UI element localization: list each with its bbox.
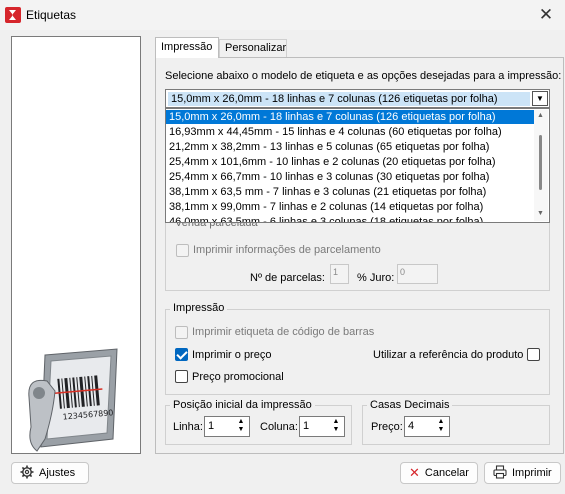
- instruction-text: Selecione abaixo o modelo de etiqueta e …: [165, 70, 562, 82]
- dropdown-scrollbar[interactable]: ▲ ▼: [534, 110, 548, 221]
- product-ref-checkbox[interactable]: [527, 348, 540, 361]
- decimal-price-label: Preço:: [371, 421, 403, 433]
- gear-icon: [20, 465, 34, 482]
- column-spinner[interactable]: 1 ▲ ▼: [299, 416, 345, 437]
- chevron-down-icon[interactable]: ▼: [532, 91, 548, 106]
- dropdown-option[interactable]: 15,0mm x 26,0mm - 18 linhas e 7 colunas …: [166, 110, 534, 124]
- barcode-checkbox[interactable]: [175, 326, 188, 339]
- installments-input[interactable]: 1: [330, 264, 349, 284]
- cancel-button-label: Cancelar: [424, 467, 469, 479]
- print-price-label: Imprimir o preço: [192, 349, 272, 361]
- impressao-caption: Impressão: [170, 302, 228, 314]
- label-model-dropdown[interactable]: 15,0mm x 26,0mm - 18 linhas e 7 colunas …: [165, 108, 550, 223]
- window-title: Etiquetas: [26, 8, 77, 22]
- x-icon: ✕: [409, 465, 420, 480]
- decimal-price-spinner[interactable]: 4 ▲ ▼: [404, 416, 450, 437]
- row-label: Linha:: [173, 421, 203, 433]
- dropdown-option[interactable]: 38,1mm x 63,5 mm - 7 linhas e 3 colunas …: [166, 185, 534, 199]
- dropdown-option[interactable]: 25,4mm x 101,6mm - 10 linhas e 2 colunas…: [166, 155, 534, 169]
- scroll-up-icon[interactable]: ▲: [537, 112, 544, 119]
- interest-input[interactable]: 0: [397, 264, 438, 284]
- dropdown-option[interactable]: 46,0mm x 63,5mm - 6 linhas e 3 colunas (…: [166, 215, 534, 222]
- tab-personalizar[interactable]: Personalizar: [219, 39, 287, 57]
- dropdown-option[interactable]: 16,93mm x 44,45mm - 15 linhas e 4 coluna…: [166, 125, 534, 139]
- print-button[interactable]: Imprimir: [484, 462, 561, 484]
- interest-label: % Juro:: [357, 272, 395, 284]
- spinner-arrows-icon[interactable]: ▲ ▼: [434, 418, 448, 435]
- row-spinner[interactable]: 1 ▲ ▼: [204, 416, 250, 437]
- column-value: 1: [303, 420, 310, 432]
- label-model-selected-value: 15,0mm x 26,0mm - 18 linhas e 7 colunas …: [168, 92, 530, 106]
- row-value: 1: [208, 420, 215, 432]
- tab-impressao[interactable]: Impressão: [155, 37, 219, 58]
- spinner-arrows-icon[interactable]: ▲ ▼: [329, 418, 343, 435]
- settings-button[interactable]: Ajustes: [11, 462, 89, 484]
- label-model-select[interactable]: 15,0mm x 26,0mm - 18 linhas e 7 colunas …: [165, 89, 550, 108]
- product-ref-label: Utilizar a referência do produto: [373, 349, 524, 361]
- cancel-button[interactable]: ✕ Cancelar: [400, 462, 478, 484]
- installments-checkbox[interactable]: [176, 244, 189, 257]
- dropdown-option[interactable]: 21,2mm x 38,2mm - 13 linhas e 5 colunas …: [166, 140, 534, 154]
- dropdown-option[interactable]: 38,1mm x 99,0mm - 7 linhas e 2 colunas (…: [166, 200, 534, 214]
- decimal-places-caption: Casas Decimais: [367, 399, 453, 411]
- column-label: Coluna:: [260, 421, 298, 433]
- preview-panel: 1234567890: [11, 36, 141, 454]
- scrollbar-thumb[interactable]: [539, 135, 542, 190]
- close-icon[interactable]: ✕: [535, 4, 557, 26]
- print-price-checkbox[interactable]: [175, 348, 188, 361]
- installments-checkbox-label: Imprimir informações de parcelamento: [193, 244, 381, 256]
- printer-icon: [493, 464, 507, 482]
- start-position-caption: Posição inicial da impressão: [170, 399, 315, 411]
- promo-price-label: Preço promocional: [192, 371, 284, 383]
- decimal-price-value: 4: [408, 420, 415, 432]
- dropdown-option[interactable]: 25,4mm x 66,7mm - 10 linhas e 3 colunas …: [166, 170, 534, 184]
- app-logo-icon: [5, 7, 21, 23]
- promo-price-checkbox[interactable]: [175, 370, 188, 383]
- barcode-checkbox-label: Imprimir etiqueta de código de barras: [192, 326, 375, 338]
- installments-label: Nº de parcelas:: [250, 272, 325, 284]
- print-button-label: Imprimir: [512, 467, 552, 479]
- scroll-down-icon[interactable]: ▼: [537, 210, 544, 217]
- settings-button-label: Ajustes: [39, 467, 76, 479]
- spinner-arrows-icon[interactable]: ▲ ▼: [234, 418, 248, 435]
- title-bar: Etiquetas ✕: [0, 0, 565, 30]
- barcode-scanner-image: 1234567890: [28, 348, 118, 452]
